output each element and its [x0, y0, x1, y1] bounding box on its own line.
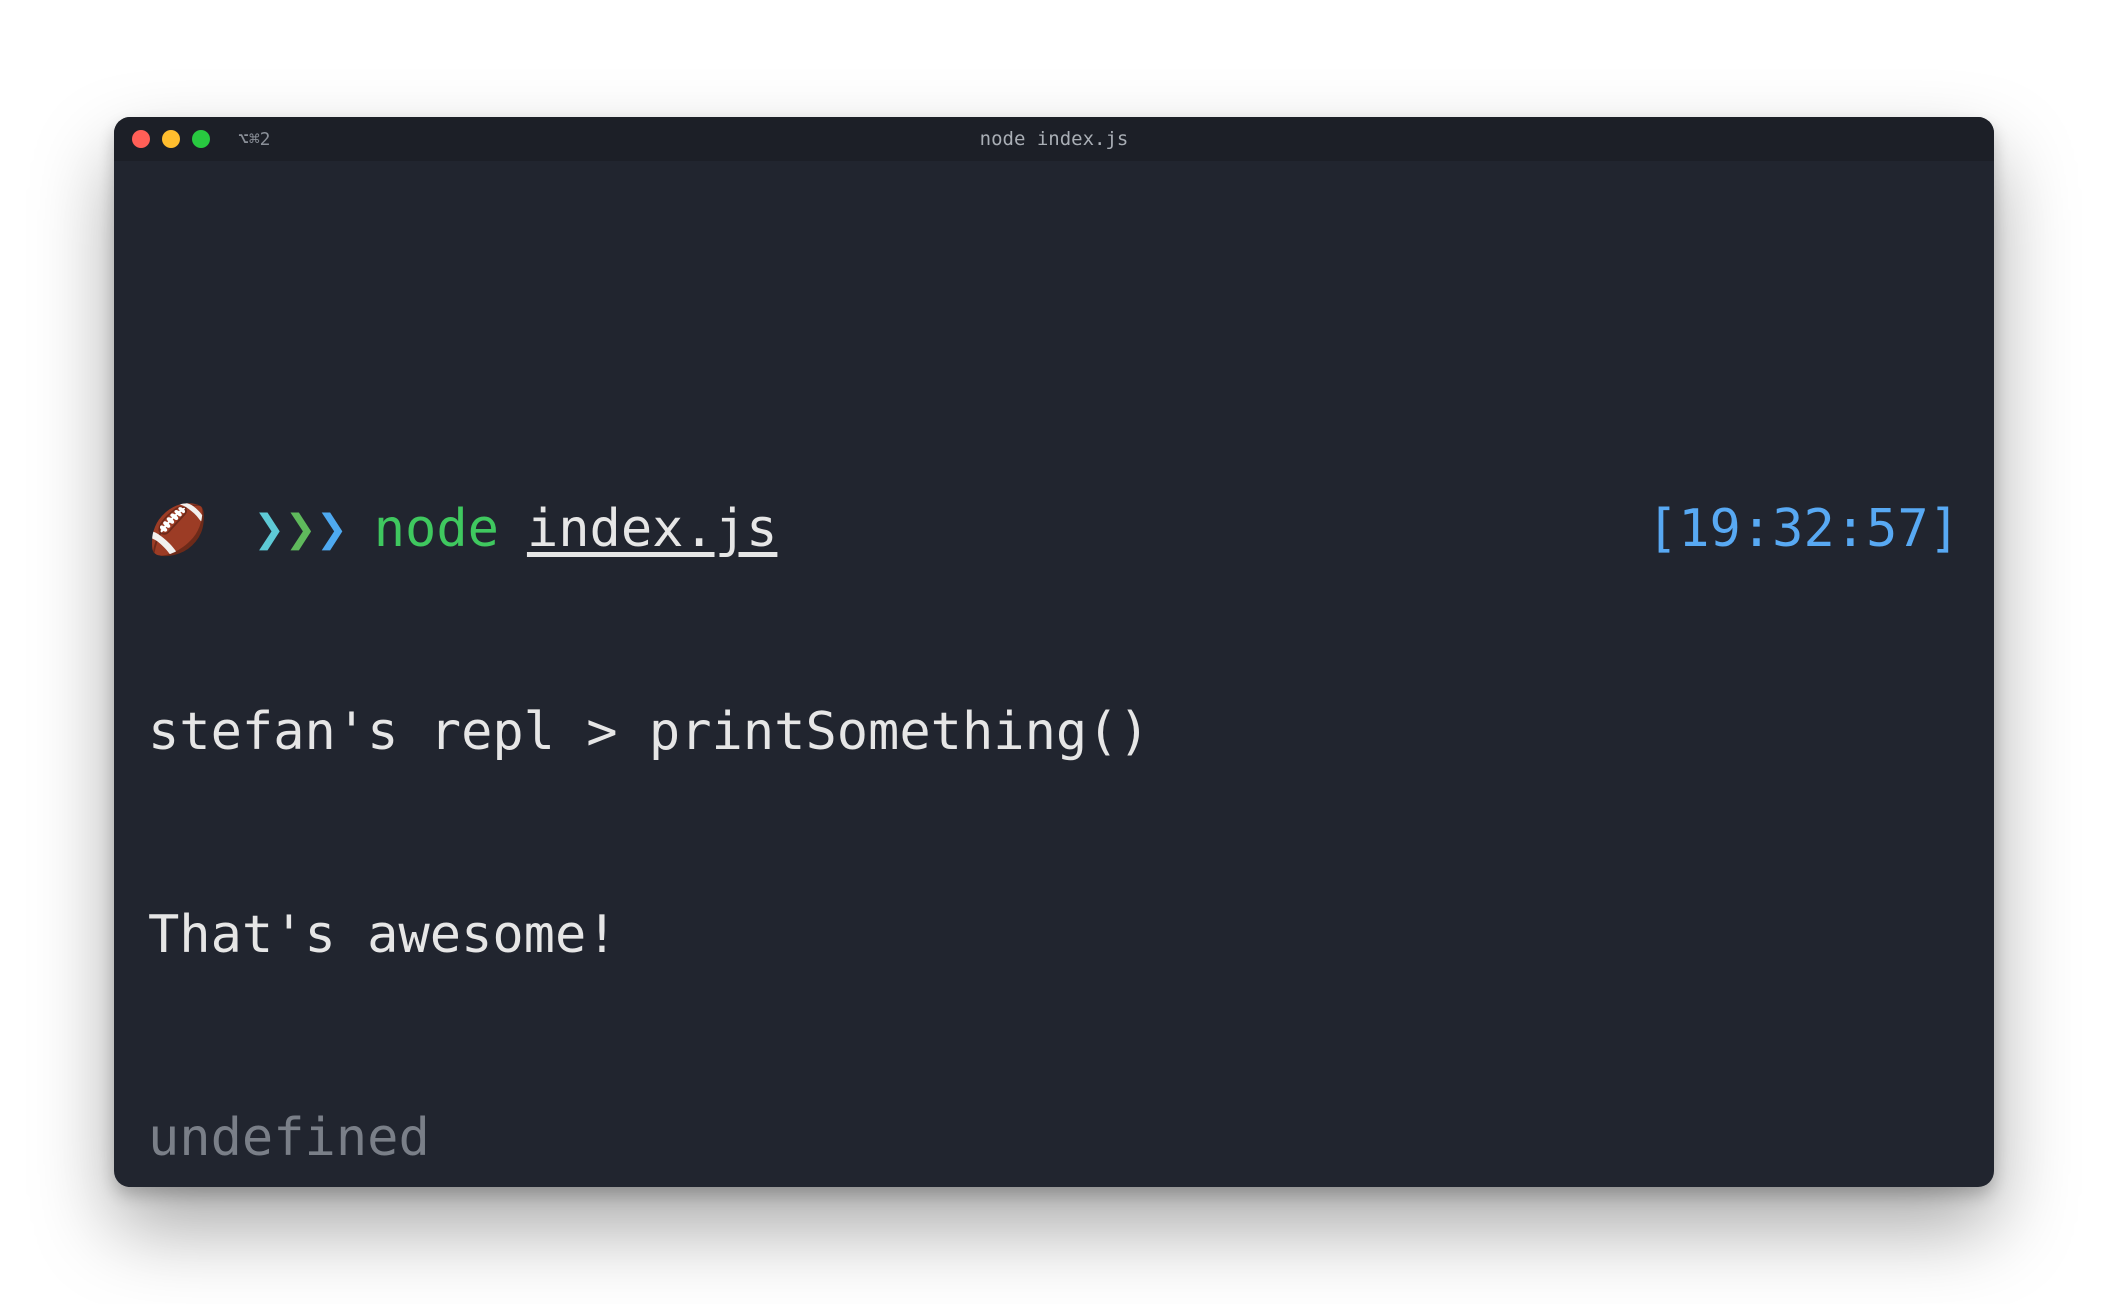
terminal-window: ⌥⌘2 node index.js 🏈 ❯ ❯ ❯ node index.js … — [114, 117, 1994, 1187]
tab-shortcut-label: ⌥⌘2 — [238, 129, 271, 150]
maximize-icon[interactable] — [192, 130, 210, 148]
close-icon[interactable] — [132, 130, 150, 148]
repl-prompt: stefan's repl > — [148, 699, 649, 767]
traffic-lights — [132, 130, 210, 148]
command-argument: index.js — [527, 496, 777, 564]
football-icon: 🏈 — [148, 499, 208, 561]
titlebar: ⌥⌘2 node index.js — [114, 117, 1994, 161]
timestamp: [19:32:57] — [1647, 496, 1960, 564]
command-binary: node — [374, 496, 499, 564]
chevron-icon: ❯ — [285, 496, 316, 564]
terminal-body[interactable]: 🏈 ❯ ❯ ❯ node index.js [19:32:57] stefan'… — [114, 161, 1994, 1187]
minimize-icon[interactable] — [162, 130, 180, 148]
return-value: undefined — [148, 1105, 1960, 1173]
output-line: That's awesome! — [148, 902, 1960, 970]
window-title: node index.js — [980, 128, 1129, 150]
repl-input: printSomething() — [649, 699, 1150, 767]
chevron-icon: ❯ — [254, 496, 285, 564]
repl-line: stefan's repl > printSomething() — [148, 699, 1960, 767]
chevron-icon: ❯ — [316, 496, 347, 564]
shell-prompt-line: 🏈 ❯ ❯ ❯ node index.js [19:32:57] — [148, 496, 1960, 564]
